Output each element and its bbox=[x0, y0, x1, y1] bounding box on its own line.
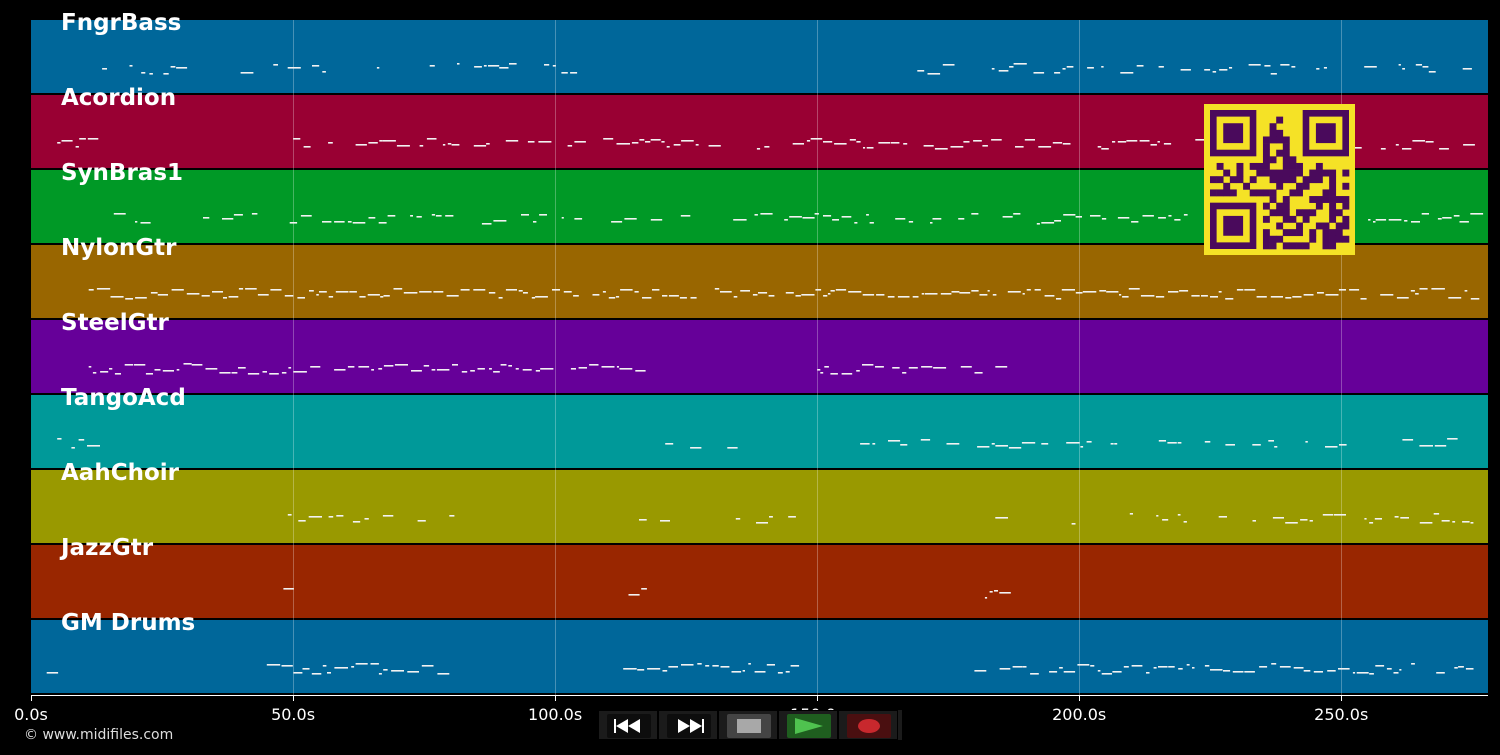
transport-controls bbox=[598, 710, 902, 740]
tick-label: 100.0s bbox=[528, 705, 583, 724]
gridline bbox=[1079, 20, 1081, 695]
track-lane[interactable]: JazzGtr bbox=[31, 535, 1488, 618]
copyright-text: © www.midifiles.com bbox=[24, 727, 174, 743]
track-lane[interactable]: AahChoir bbox=[31, 460, 1488, 543]
tick-label: 250.0s bbox=[1314, 705, 1369, 724]
track-name: AahChoir bbox=[61, 460, 179, 486]
track-name: SynBras1 bbox=[61, 160, 184, 186]
track-lane[interactable]: NylonGtr bbox=[31, 235, 1488, 318]
track-lane[interactable]: GM Drums bbox=[31, 610, 1488, 693]
rewind-icon bbox=[614, 719, 640, 733]
track-name: FngrBass bbox=[61, 10, 182, 36]
track-lane[interactable]: SteelGtr bbox=[31, 310, 1488, 393]
play-button[interactable] bbox=[778, 710, 838, 740]
track-name: SteelGtr bbox=[61, 310, 169, 336]
track-lane[interactable]: FngrBass bbox=[31, 10, 1488, 93]
gridline bbox=[293, 20, 295, 695]
tick-label: 0.0s bbox=[14, 705, 48, 724]
gridline bbox=[817, 20, 819, 695]
qr-code-icon bbox=[1204, 104, 1355, 255]
record-button[interactable] bbox=[838, 710, 898, 740]
rewind-button[interactable] bbox=[598, 710, 658, 740]
tick-label: 200.0s bbox=[1052, 705, 1107, 724]
stop-icon bbox=[737, 719, 761, 733]
track-lane[interactable]: TangoAcd bbox=[31, 385, 1488, 468]
record-icon bbox=[858, 719, 880, 733]
axis-baseline bbox=[31, 695, 1488, 696]
tick-label: 50.0s bbox=[271, 705, 316, 724]
track-name: GM Drums bbox=[61, 610, 196, 636]
fast-forward-icon bbox=[678, 719, 704, 733]
track-name: JazzGtr bbox=[61, 535, 154, 561]
track-name: TangoAcd bbox=[61, 385, 186, 411]
play-icon bbox=[795, 718, 823, 734]
track-name: NylonGtr bbox=[61, 235, 177, 261]
fast-forward-button[interactable] bbox=[658, 710, 718, 740]
track-name: Acordion bbox=[61, 85, 177, 111]
stop-button[interactable] bbox=[718, 710, 778, 740]
gridline bbox=[555, 20, 557, 695]
